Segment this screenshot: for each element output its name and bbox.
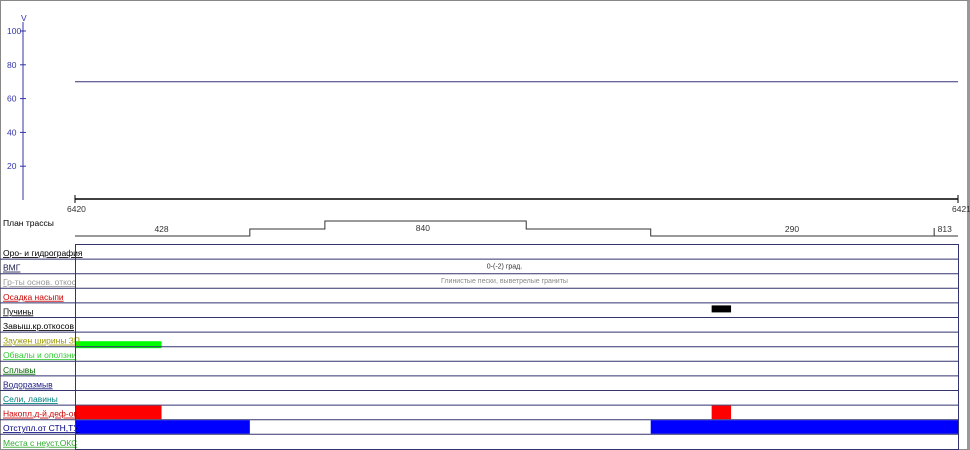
- row-label: Пучины: [3, 306, 33, 316]
- x-start-label: 6420: [67, 204, 86, 214]
- plan-segment-label: 428: [154, 224, 168, 234]
- row-bar: [711, 305, 732, 313]
- row-label: Завыш.кр.откосов: [3, 321, 75, 331]
- plan-segment-label: 813: [938, 224, 952, 234]
- row-label: Осадка насыпи: [3, 292, 64, 302]
- row-label: Сплывы: [3, 365, 35, 375]
- row-label: Оро- и гидрография: [3, 248, 83, 258]
- plan-label: План трассы: [3, 218, 54, 228]
- row-label: ВМГ: [3, 263, 21, 273]
- row-bar: [75, 420, 250, 434]
- y-tick-label: 60: [7, 94, 17, 104]
- row-label: Водоразмыв: [3, 379, 53, 389]
- y-tick-label: 80: [7, 60, 17, 70]
- row-label: Отступл.от СТН,ТУ: [3, 423, 79, 433]
- y-tick-label: 40: [7, 127, 17, 137]
- row-label: Места с неуст.ОКС: [3, 438, 77, 448]
- profile-chart: V 20 40 60 80 100 6420 6421 План трассы 428 8…: [0, 13, 970, 450]
- row-value-text: Глинистые пески, выветрелые граниты: [441, 278, 568, 285]
- y-tick-label: 20: [7, 161, 17, 171]
- row-label: Сели, лавины: [3, 394, 58, 404]
- row-label: Заужен ширины ЗП: [3, 336, 80, 346]
- row-bar: [711, 405, 732, 420]
- row-bar: [650, 420, 958, 434]
- row-value-text: 0-(-2) град.: [487, 264, 522, 271]
- y-axis-label: V: [21, 13, 27, 23]
- y-tick-label: 100: [7, 26, 21, 36]
- plan-line: [75, 220, 958, 237]
- row-label: Гр-ты основ. откос: [3, 277, 77, 287]
- plan-segment-label: 290: [785, 224, 799, 234]
- x-end-label: 6421: [952, 204, 970, 214]
- row-label: Обвалы и оползни: [3, 350, 77, 360]
- row-label: Накопл.д-й.деф-ов.: [3, 409, 80, 419]
- row-bar: [75, 405, 162, 420]
- plan-segment-label: 840: [416, 223, 430, 233]
